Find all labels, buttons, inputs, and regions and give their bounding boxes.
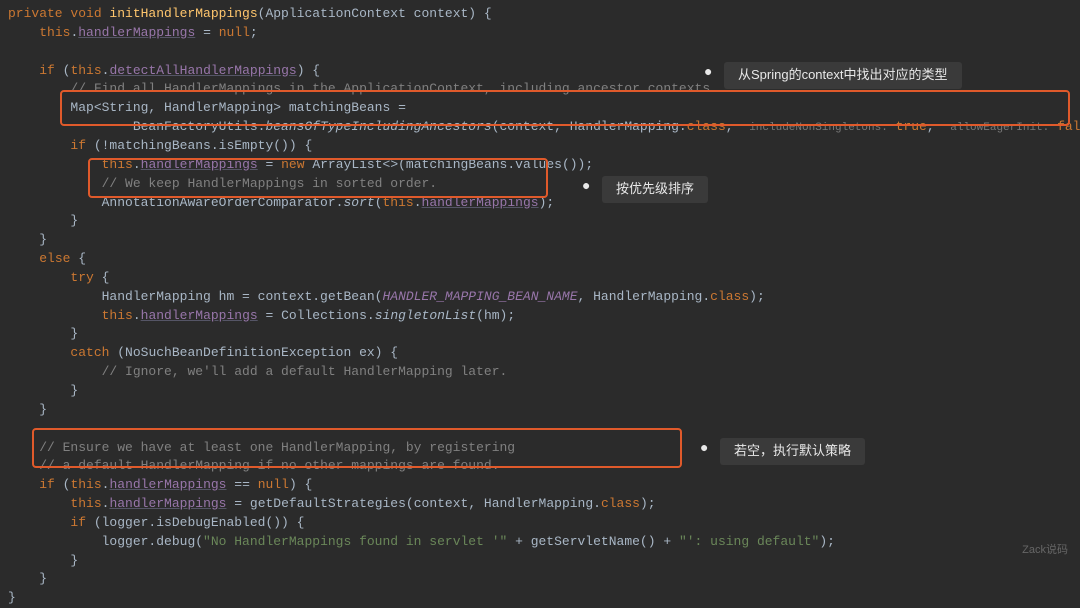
method-name: initHandlerMappings — [109, 6, 257, 21]
bullet-1: ● — [704, 63, 712, 83]
annotation-1: 从Spring的context中找出对应的类型 — [724, 62, 962, 89]
keyword: this — [39, 25, 70, 40]
code-text: Map<String, HandlerMapping> matchingBean… — [70, 100, 405, 115]
keyword: private void — [8, 6, 109, 21]
param-hint: includeNonSingletons: — [749, 122, 888, 134]
param-hint: allowEagerInit: — [950, 122, 1049, 134]
bullet-2: ● — [582, 177, 590, 197]
watermark: Zack说码 — [1022, 543, 1068, 559]
code-editor[interactable]: private void initHandlerMappings(Applica… — [8, 5, 1080, 608]
bullet-3: ● — [700, 439, 708, 459]
annotation-2: 按优先级排序 — [602, 176, 708, 203]
code-text: (ApplicationContext context) { — [258, 6, 492, 21]
field: handlerMappings — [78, 25, 195, 40]
comment: // Find all HandlerMappings in the Appli… — [70, 81, 718, 96]
annotation-3: 若空，执行默认策略 — [720, 438, 865, 465]
